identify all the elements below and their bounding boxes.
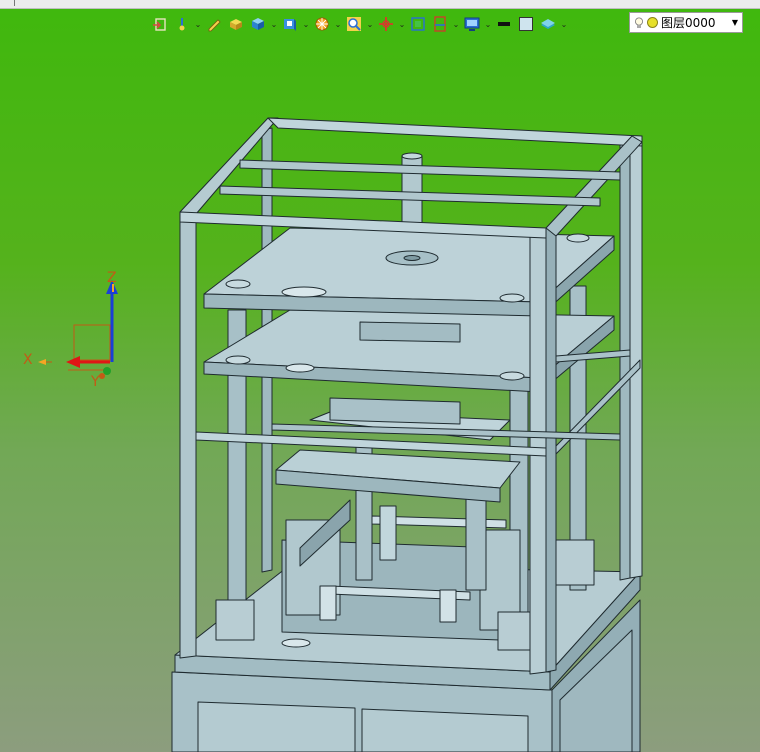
machine-model[interactable] bbox=[0, 0, 760, 752]
